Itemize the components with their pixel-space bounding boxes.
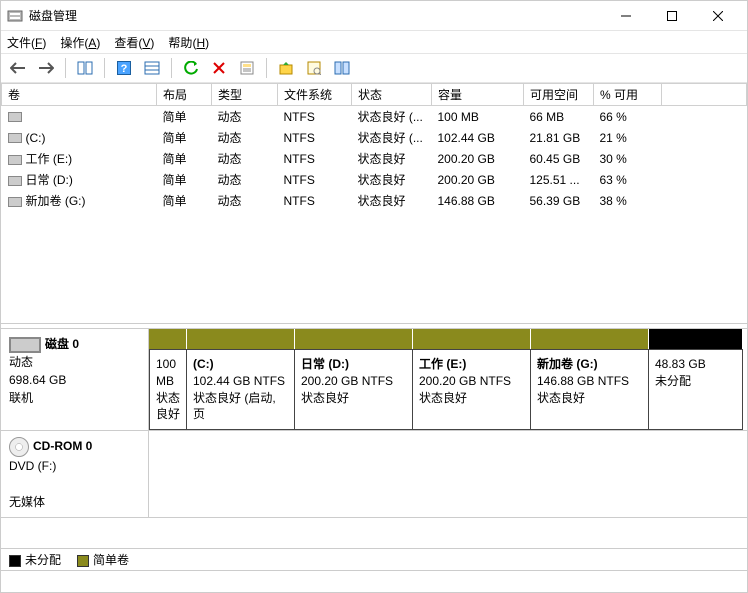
disk-0-row[interactable]: 磁盘 0 动态 698.64 GB 联机 100 MB状态良好(C:)102.4… xyxy=(1,329,747,431)
disk-management-window: 磁盘管理 文件(F) 操作(A) 查看(V) 帮助(H) ? xyxy=(0,0,748,593)
table-header-row: 卷 布局 类型 文件系统 状态 容量 可用空间 % 可用 xyxy=(2,84,747,106)
menu-view[interactable]: 查看(V) xyxy=(114,34,154,51)
col-spare[interactable] xyxy=(662,84,747,106)
col-free[interactable]: 可用空间 xyxy=(524,84,594,106)
disk-0-status: 联机 xyxy=(9,391,33,405)
disk-icon xyxy=(9,337,41,353)
disk-0-partitions: 100 MB状态良好(C:)102.44 GB NTFS状态良好 (启动, 页日… xyxy=(149,349,747,430)
status-bar xyxy=(1,570,747,592)
table-row[interactable]: 简单动态NTFS状态良好 (...100 MB66 MB66 % xyxy=(2,106,747,128)
disk-0-body: 100 MB状态良好(C:)102.44 GB NTFS状态良好 (启动, 页日… xyxy=(149,329,747,430)
help-icon[interactable]: ? xyxy=(113,57,135,79)
toolbar: ? xyxy=(1,53,747,83)
app-icon xyxy=(7,8,23,24)
legend-unallocated: 未分配 xyxy=(9,551,61,568)
close-button[interactable] xyxy=(695,1,741,30)
toolbar-separator xyxy=(171,58,172,78)
legend: 未分配 简单卷 xyxy=(1,548,747,570)
disk-0-header[interactable]: 磁盘 0 动态 698.64 GB 联机 xyxy=(1,329,149,430)
disk-0-stripes xyxy=(149,329,747,349)
toolbar-separator xyxy=(65,58,66,78)
legend-simple: 简单卷 xyxy=(77,551,129,568)
col-pctfree[interactable]: % 可用 xyxy=(594,84,662,106)
menu-file[interactable]: 文件(F) xyxy=(7,34,46,51)
title-bar[interactable]: 磁盘管理 xyxy=(1,1,747,31)
cdrom-body xyxy=(149,431,747,517)
partition[interactable]: 100 MB状态良好 xyxy=(149,349,187,430)
back-button[interactable] xyxy=(7,57,29,79)
cdrom-sub: DVD (F:) xyxy=(9,459,56,473)
minimize-button[interactable] xyxy=(603,1,649,30)
view-grid-icon[interactable] xyxy=(74,57,96,79)
volume-icon xyxy=(8,155,22,165)
partition[interactable]: (C:)102.44 GB NTFS状态良好 (启动, 页 xyxy=(187,349,295,430)
window-title: 磁盘管理 xyxy=(29,7,603,24)
window-controls xyxy=(603,1,741,30)
disk-0-title: 磁盘 0 xyxy=(45,337,79,351)
volume-icon xyxy=(8,133,22,143)
delete-icon[interactable] xyxy=(208,57,230,79)
forward-button[interactable] xyxy=(35,57,57,79)
volume-list[interactable]: 卷 布局 类型 文件系统 状态 容量 可用空间 % 可用 简单动态NTFS状态良… xyxy=(1,83,747,323)
action-icon[interactable] xyxy=(275,57,297,79)
partition-stripe xyxy=(187,329,295,349)
disk-0-size: 698.64 GB xyxy=(9,373,66,387)
properties-icon[interactable] xyxy=(236,57,258,79)
volume-icon xyxy=(8,197,22,207)
partition-stripe xyxy=(295,329,413,349)
table-row[interactable]: 新加卷 (G:)简单动态NTFS状态良好146.88 GB56.39 GB38 … xyxy=(2,190,747,211)
partition[interactable]: 新加卷 (G:)146.88 GB NTFS状态良好 xyxy=(531,349,649,430)
action3-icon[interactable] xyxy=(331,57,353,79)
toolbar-separator xyxy=(266,58,267,78)
table-row[interactable]: 日常 (D:)简单动态NTFS状态良好200.20 GB125.51 ...63… xyxy=(2,169,747,190)
cdrom-status: 无媒体 xyxy=(9,495,45,509)
table-row[interactable]: 工作 (E:)简单动态NTFS状态良好200.20 GB60.45 GB30 % xyxy=(2,148,747,169)
col-type[interactable]: 类型 xyxy=(212,84,278,106)
action2-icon[interactable] xyxy=(303,57,325,79)
partition-stripe xyxy=(413,329,531,349)
refresh-icon[interactable] xyxy=(180,57,202,79)
partition-stripe xyxy=(531,329,649,349)
col-volume[interactable]: 卷 xyxy=(2,84,157,106)
col-capacity[interactable]: 容量 xyxy=(432,84,524,106)
partition-stripe xyxy=(149,329,187,349)
svg-text:?: ? xyxy=(121,63,128,75)
cdrom-title: CD-ROM 0 xyxy=(33,439,92,453)
disk-0-type: 动态 xyxy=(9,355,33,369)
partition[interactable]: 工作 (E:)200.20 GB NTFS状态良好 xyxy=(413,349,531,430)
disk-graphical-view: 磁盘 0 动态 698.64 GB 联机 100 MB状态良好(C:)102.4… xyxy=(1,329,747,548)
maximize-button[interactable] xyxy=(649,1,695,30)
partition-stripe xyxy=(649,329,743,349)
toolbar-separator xyxy=(104,58,105,78)
cdrom-header[interactable]: CD-ROM 0 DVD (F:) 无媒体 xyxy=(1,431,149,517)
menu-bar: 文件(F) 操作(A) 查看(V) 帮助(H) xyxy=(1,31,747,53)
volume-icon xyxy=(8,176,22,186)
table-row[interactable]: (C:)简单动态NTFS状态良好 (...102.44 GB21.81 GB21… xyxy=(2,127,747,148)
cdrom-icon xyxy=(9,437,29,457)
volume-table: 卷 布局 类型 文件系统 状态 容量 可用空间 % 可用 简单动态NTFS状态良… xyxy=(1,83,747,211)
col-fs[interactable]: 文件系统 xyxy=(278,84,352,106)
partition[interactable]: 48.83 GB未分配 xyxy=(649,349,743,430)
col-status[interactable]: 状态 xyxy=(352,84,432,106)
cdrom-row[interactable]: CD-ROM 0 DVD (F:) 无媒体 xyxy=(1,431,747,518)
col-layout[interactable]: 布局 xyxy=(157,84,212,106)
menu-action[interactable]: 操作(A) xyxy=(60,34,100,51)
menu-help[interactable]: 帮助(H) xyxy=(168,34,209,51)
partition[interactable]: 日常 (D:)200.20 GB NTFS状态良好 xyxy=(295,349,413,430)
view-list-icon[interactable] xyxy=(141,57,163,79)
volume-icon xyxy=(8,112,22,122)
